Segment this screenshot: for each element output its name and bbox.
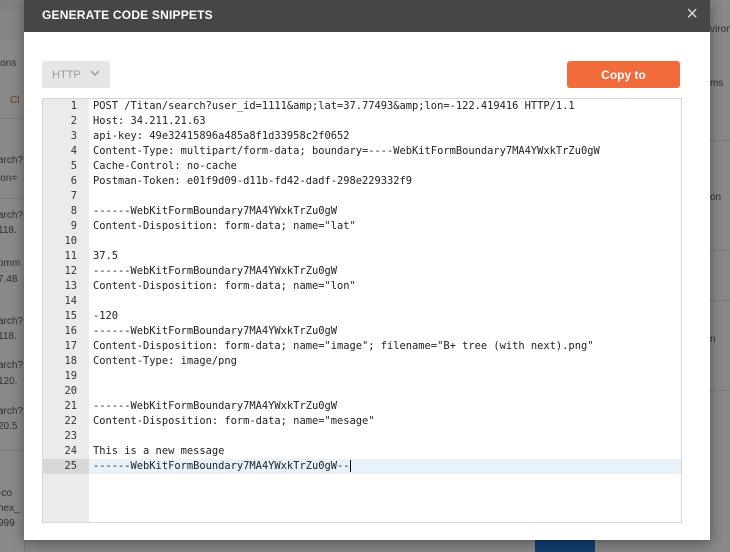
code-text: ------WebKitFormBoundary7MA4YWxkTrZu0gW [93,265,337,277]
line-number: 24 [64,445,77,457]
code-line[interactable]: 12 ------WebKitFormBoundary7MA4YWxkTrZu0g… [43,264,681,279]
line-number: 3 [70,130,77,142]
code-text: 37.5 [93,250,119,262]
code-line[interactable]: 17 Content-Disposition: form-data; name="… [43,339,681,354]
code-text: ------WebKitFormBoundary7MA4YWxkTrZu0gW [93,400,337,412]
line-number: 9 [70,220,77,232]
copy-to-clipboard-button[interactable]: Copy to Clipboard [567,61,680,109]
line-number: 1 [70,100,77,112]
code-line[interactable]: 25 ------WebKitFormBoundary7MA4YWxkTrZu0g… [43,459,681,474]
code-line[interactable]: 19 [43,369,681,384]
line-number: 13 [64,280,77,292]
code-text: POST /Titan/search?user_id=1111&amp;lat=… [93,100,575,112]
code-lines: 1 POST /Titan/search?user_id=1111&amp;lat… [43,99,681,474]
code-line[interactable]: 20 [43,384,681,399]
code-line[interactable]: 21 ------WebKitFormBoundary7MA4YWxkTrZu0g… [43,399,681,414]
code-text: Content-Type: multipart/form-data; bound… [93,145,600,157]
line-number: 4 [70,145,77,157]
line-number: 7 [70,190,77,202]
code-line[interactable]: 5 Cache-Control: no-cache [43,159,681,174]
code-line[interactable]: 3 api-key: 49e32415896a485a8f1d33958c2f06… [43,129,681,144]
line-number: 8 [70,205,77,217]
line-number: 21 [64,400,77,412]
code-line[interactable]: 10 [43,234,681,249]
code-text: -120 [93,310,119,322]
line-number: 14 [64,295,77,307]
code-text: Content-Type: image/png [93,355,237,367]
line-number: 20 [64,385,77,397]
code-text: ------WebKitFormBoundary7MA4YWxkTrZu0gW-… [93,460,352,472]
code-text: ------WebKitFormBoundary7MA4YWxkTrZu0gW [93,205,337,217]
code-text: Postman-Token: e01f9d09-d11b-fd42-dadf-2… [93,175,413,187]
language-select-value: HTTP [52,69,81,81]
code-line[interactable]: 18 Content-Type: image/png [43,354,681,369]
code-text: Content-Disposition: form-data; name="im… [93,340,594,352]
code-line[interactable]: 4 Content-Type: multipart/form-data; boun… [43,144,681,159]
chevron-down-icon [90,70,100,77]
code-line[interactable]: 8 ------WebKitFormBoundary7MA4YWxkTrZu0gW [43,204,681,219]
code-text: Cache-Control: no-cache [93,160,237,172]
code-line[interactable]: 9 Content-Disposition: form-data; name="l… [43,219,681,234]
text-cursor [350,460,352,472]
line-number: 15 [64,310,77,322]
line-number: 22 [64,415,77,427]
line-number: 10 [64,235,77,247]
code-text: This is a new message [93,445,225,457]
line-number: 5 [70,160,77,172]
generate-code-snippets-dialog: GENERATE CODE SNIPPETS × HTTP Copy to Cl… [24,0,710,540]
code-line[interactable]: 24 This is a new message [43,444,681,459]
code-line[interactable]: 1 POST /Titan/search?user_id=1111&amp;lat… [43,99,681,114]
code-line[interactable]: 22 Content-Disposition: form-data; name="… [43,414,681,429]
line-number: 19 [64,370,77,382]
code-line[interactable]: 11 37.5 [43,249,681,264]
code-text: ------WebKitFormBoundary7MA4YWxkTrZu0gW [93,325,337,337]
code-text: Host: 34.211.21.63 [93,115,206,127]
code-text: Content-Disposition: form-data; name="me… [93,415,375,427]
line-number: 17 [64,340,77,352]
close-icon[interactable]: × [686,4,698,24]
line-number: 16 [64,325,77,337]
code-line[interactable]: 6 Postman-Token: e01f9d09-d11b-fd42-dadf-… [43,174,681,189]
line-number: 23 [64,430,77,442]
code-line[interactable]: 16 ------WebKitFormBoundary7MA4YWxkTrZu0g… [43,324,681,339]
code-text: Content-Disposition: form-data; name="la… [93,220,356,232]
line-number: 11 [64,250,77,262]
code-line[interactable]: 23 [43,429,681,444]
code-text: api-key: 49e32415896a485a8f1d33958c2f065… [93,130,350,142]
code-line[interactable]: 13 Content-Disposition: form-data; name="… [43,279,681,294]
line-number: 12 [64,265,77,277]
code-line[interactable]: 15 -120 [43,309,681,324]
code-line[interactable]: 2 Host: 34.211.21.63 [43,114,681,129]
line-number: 25 [43,459,89,474]
language-select[interactable]: HTTP [42,61,110,88]
code-line[interactable]: 14 [43,294,681,309]
line-number: 2 [70,115,77,127]
line-number: 18 [64,355,77,367]
line-number: 6 [70,175,77,187]
dialog-title: GENERATE CODE SNIPPETS [42,8,213,22]
code-line[interactable]: 7 [43,189,681,204]
code-editor[interactable]: 1 POST /Titan/search?user_id=1111&amp;lat… [42,98,682,523]
code-text: Content-Disposition: form-data; name="lo… [93,280,356,292]
dialog-header: GENERATE CODE SNIPPETS × [24,0,710,32]
